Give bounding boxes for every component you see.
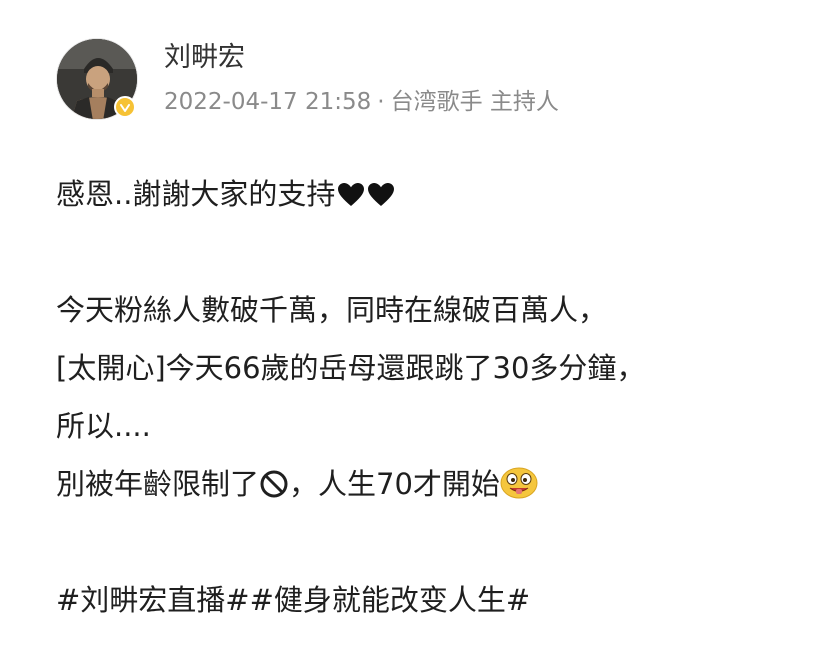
author-tag: 台湾歌手 主持人 (390, 88, 559, 115)
post-header: 刘畊宏 2022-04-17 21:58 · 台湾歌手 主持人 (56, 38, 559, 120)
verified-badge-icon (114, 96, 136, 118)
black-heart-icon (367, 169, 395, 227)
post-timestamp[interactable]: 2022-04-17 21:58 (164, 89, 371, 115)
no-entry-icon (259, 460, 289, 518)
author-meta: 刘畊宏 2022-04-17 21:58 · 台湾歌手 主持人 (164, 41, 559, 116)
post-line-4: 所以.... (56, 409, 151, 443)
meta-separator: · (377, 88, 385, 115)
post-meta-line: 2022-04-17 21:58 · 台湾歌手 主持人 (164, 88, 559, 116)
post-text-line-1: 感恩..謝謝大家的支持 (56, 177, 336, 211)
post-line-1: 感恩..謝謝大家的支持 (56, 165, 796, 223)
silly-face-emoji-icon (500, 460, 538, 518)
post-line-5: 別被年齡限制了 ，人生70才開始 (56, 455, 796, 513)
post-text-line-5b: ，人生70才開始 (289, 467, 500, 501)
hashtags[interactable]: #刘畊宏直播##健身就能改变人生# (56, 571, 796, 629)
post-body: 感恩..謝謝大家的支持 今天粉絲人數破千萬，同時在線破百萬人， [太開心]今天6… (56, 165, 796, 629)
author-name[interactable]: 刘畊宏 (164, 41, 559, 75)
post-line-3: [太開心]今天66歲的岳母還跟跳了30多分鐘， (56, 351, 646, 385)
post-line-2: 今天粉絲人數破千萬，同時在線破百萬人， (56, 293, 608, 327)
avatar-container[interactable] (56, 38, 138, 120)
black-heart-icon (337, 169, 365, 227)
post-card: 刘畊宏 2022-04-17 21:58 · 台湾歌手 主持人 感恩..謝謝大家的支… (0, 0, 822, 668)
post-text-line-5a: 別被年齡限制了 (56, 467, 260, 501)
